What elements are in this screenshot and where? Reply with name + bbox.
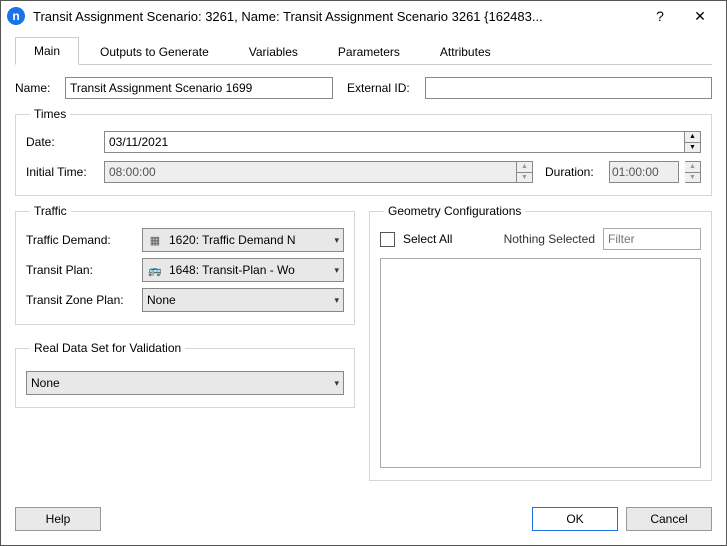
tab-variables[interactable]: Variables — [230, 38, 317, 65]
transit-zone-value: None — [147, 293, 328, 307]
geometry-group: Geometry Configurations Select All Nothi… — [369, 204, 712, 481]
transit-plan-value: 1648: Transit-Plan - Wo — [169, 263, 328, 277]
help-button[interactable]: Help — [15, 507, 101, 531]
chevron-down-icon: ▾ — [334, 235, 339, 246]
duration-input — [609, 161, 679, 183]
chevron-down-icon[interactable]: ▼ — [685, 142, 700, 153]
window-title: Transit Assignment Scenario: 3261, Name:… — [33, 9, 640, 24]
date-label: Date: — [26, 135, 98, 149]
tab-outputs[interactable]: Outputs to Generate — [81, 38, 228, 65]
real-data-select[interactable]: None ▾ — [26, 371, 344, 395]
traffic-demand-label: Traffic Demand: — [26, 233, 136, 247]
transit-zone-select[interactable]: None ▾ — [142, 288, 344, 312]
external-id-label: External ID: — [347, 81, 419, 95]
transit-plan-select[interactable]: 🚌 1648: Transit-Plan - Wo ▾ — [142, 258, 344, 282]
chevron-up-icon: ▲ — [685, 162, 700, 172]
date-input[interactable] — [104, 131, 685, 153]
duration-stepper: ▲ ▼ — [685, 161, 701, 183]
traffic-demand-select[interactable]: ▦ 1620: Traffic Demand N ▾ — [142, 228, 344, 252]
select-all-checkbox[interactable] — [380, 232, 395, 247]
bus-icon: 🚌 — [147, 262, 163, 278]
date-stepper[interactable]: ▲ ▼ — [685, 131, 701, 153]
transit-plan-label: Transit Plan: — [26, 263, 136, 277]
chevron-down-icon: ▼ — [685, 172, 700, 183]
tab-parameters[interactable]: Parameters — [319, 38, 419, 65]
close-icon[interactable]: ✕ — [680, 2, 720, 30]
traffic-demand-value: 1620: Traffic Demand N — [169, 233, 328, 247]
geometry-legend: Geometry Configurations — [384, 204, 525, 218]
app-icon: n — [7, 7, 25, 25]
geometry-status: Nothing Selected — [504, 232, 595, 246]
external-id-input[interactable] — [425, 77, 712, 99]
geometry-filter-input[interactable] — [603, 228, 701, 250]
help-icon[interactable]: ? — [640, 2, 680, 30]
chevron-down-icon: ▾ — [334, 295, 339, 306]
chevron-down-icon: ▼ — [517, 172, 532, 183]
cancel-button[interactable]: Cancel — [626, 507, 712, 531]
chevron-down-icon: ▾ — [334, 265, 339, 276]
dialog-footer: Help OK Cancel — [1, 501, 726, 531]
name-input[interactable] — [65, 77, 333, 99]
transit-zone-label: Transit Zone Plan: — [26, 293, 136, 307]
duration-label: Duration: — [545, 165, 603, 179]
initial-time-input — [104, 161, 517, 183]
real-data-group: Real Data Set for Validation None ▾ — [15, 341, 355, 408]
traffic-legend: Traffic — [30, 204, 71, 218]
initial-time-stepper: ▲ ▼ — [517, 161, 533, 183]
times-legend: Times — [30, 107, 70, 121]
initial-time-label: Initial Time: — [26, 165, 98, 179]
traffic-group: Traffic Traffic Demand: ▦ 1620: Traffic … — [15, 204, 355, 325]
title-bar: n Transit Assignment Scenario: 3261, Nam… — [1, 1, 726, 31]
tab-strip: Main Outputs to Generate Variables Param… — [15, 37, 712, 65]
tab-main[interactable]: Main — [15, 37, 79, 65]
ok-button[interactable]: OK — [532, 507, 618, 531]
chevron-up-icon[interactable]: ▲ — [685, 132, 700, 142]
geometry-list[interactable] — [380, 258, 701, 468]
real-data-legend: Real Data Set for Validation — [30, 341, 185, 355]
select-all-label: Select All — [403, 232, 452, 246]
chevron-down-icon: ▾ — [334, 378, 339, 389]
chevron-up-icon: ▲ — [517, 162, 532, 172]
name-label: Name: — [15, 81, 59, 95]
tab-attributes[interactable]: Attributes — [421, 38, 510, 65]
times-group: Times Date: ▲ ▼ Initial Time: ▲ ▼ — [15, 107, 712, 196]
real-data-value: None — [31, 376, 328, 390]
grid-icon: ▦ — [147, 232, 163, 248]
